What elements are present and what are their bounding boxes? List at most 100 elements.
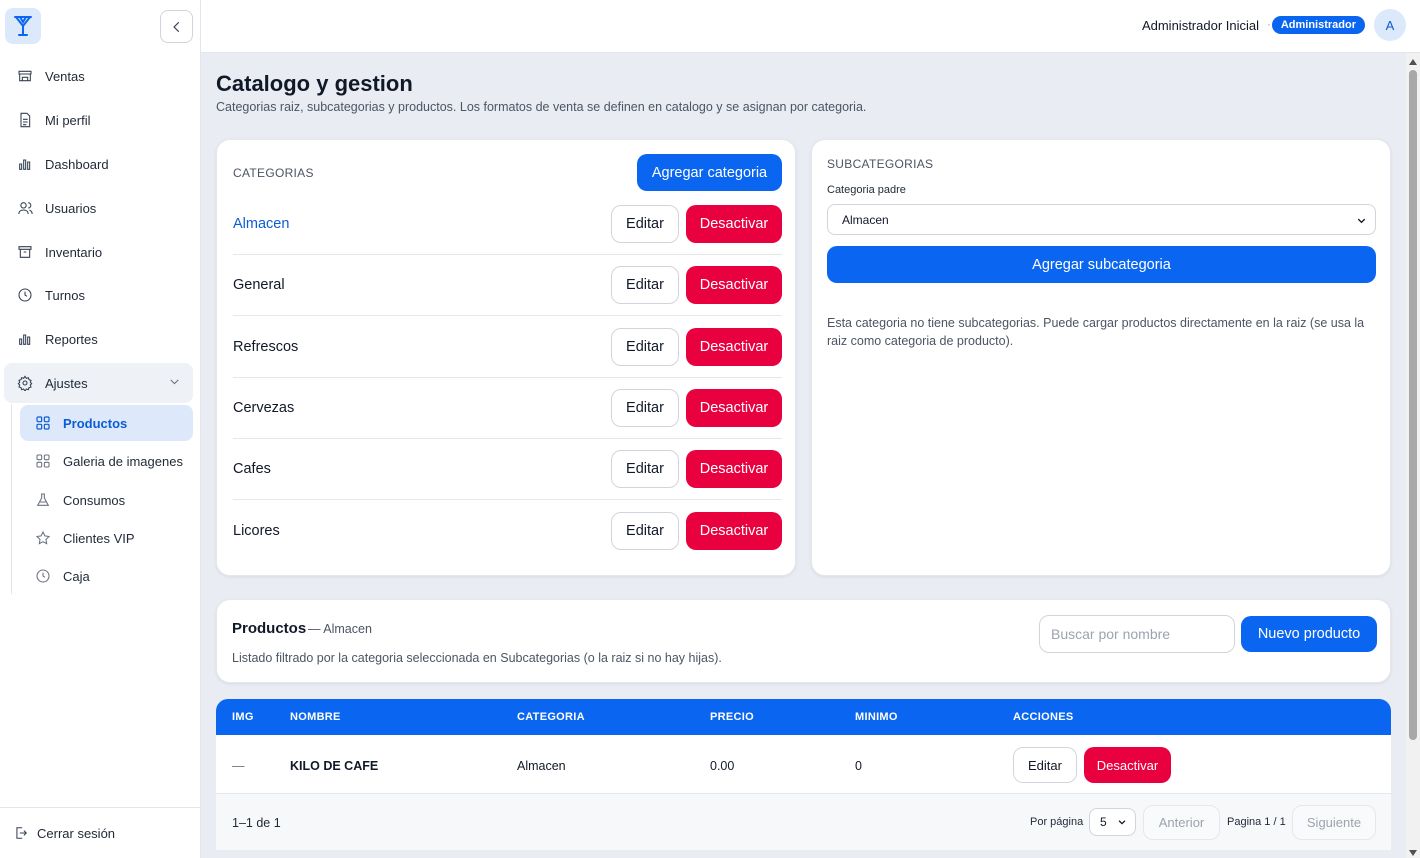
pagination-range: 1–1 de 1 [232,816,281,830]
bar-chart-icon [16,330,34,348]
subcategories-label: SUBCATEGORIAS [827,157,934,171]
edit-category-button[interactable]: Editar [611,266,679,304]
add-subcategory-button[interactable]: Agregar subcategoria [827,246,1376,283]
products-table-header: IMG NOMBRE CATEGORIA PRECIO MINIMO ACCIO… [216,699,1391,735]
next-page-button[interactable]: Siguiente [1292,805,1376,840]
previous-page-button[interactable]: Anterior [1143,805,1220,840]
products-header-card: Productos — Almacen Listado filtrado por… [216,599,1391,683]
pagination-bar: 1–1 de 1 Por página 5 Anterior Pagina 1 … [216,794,1391,850]
products-description: Listado filtrado por la categoria selecc… [232,651,722,665]
subcategories-card: SUBCATEGORIAS Categoria padre Almacen Ag… [811,139,1391,576]
product-search-input[interactable]: Buscar por nombre [1039,615,1235,653]
deactivate-category-button[interactable]: Desactivar [686,450,782,488]
star-icon [34,529,52,547]
sidebar-subitem-galeria[interactable]: Galeria de imagenes [20,443,193,479]
sidebar-subitem-label: Galeria de imagenes [63,453,183,469]
sidebar-subitem-caja[interactable]: Caja [20,558,193,594]
table-row[interactable]: — KILO DE CAFE Almacen 0.00 0 Editar Des… [216,735,1391,794]
sidebar-item-dashboard[interactable]: Dashboard [4,144,193,184]
column-header: ACCIONES [1013,711,1074,723]
page-info: Pagina 1 / 1 [1227,816,1286,828]
column-header[interactable]: MINIMO [855,711,898,723]
collapse-sidebar-button[interactable] [160,10,193,43]
category-name[interactable]: Licores [233,523,280,539]
sidebar-subitem-clientes-vip[interactable]: Clientes VIP [20,520,193,556]
sidebar-item-turnos[interactable]: Turnos [4,275,193,315]
category-name[interactable]: General [233,277,285,293]
grid-icon [34,414,52,432]
category-row[interactable]: Cafes Editar Desactivar [233,439,782,500]
category-row[interactable]: Almacen Editar Desactivar [233,194,782,255]
column-header[interactable]: NOMBRE [290,711,341,723]
deactivate-category-button[interactable]: Desactivar [686,512,782,550]
edit-category-button[interactable]: Editar [611,450,679,488]
edit-product-button[interactable]: Editar [1013,747,1077,783]
edit-category-button[interactable]: Editar [611,512,679,550]
user-name: Administrador Inicial [1141,18,1259,33]
new-product-button[interactable]: Nuevo producto [1241,616,1377,652]
avatar[interactable]: A [1374,9,1406,41]
sidebar-item-ajustes[interactable]: Ajustes [4,363,193,403]
sidebar-item-inventario[interactable]: Inventario [4,232,193,272]
chevron-down-icon [170,379,179,385]
deactivate-category-button[interactable]: Desactivar [686,266,782,304]
logout-button[interactable]: Cerrar sesión [0,807,200,858]
add-category-button[interactable]: Agregar categoria [637,154,782,191]
submenu-divider [11,404,12,594]
category-name[interactable]: Refrescos [233,339,298,355]
page-title: Catalogo y gestion [216,71,413,96]
category-row[interactable]: General Editar Desactivar [233,255,782,316]
sidebar-item-label: Turnos [45,287,85,303]
logout-label: Cerrar sesión [37,825,116,841]
store-icon [16,67,34,85]
categories-label: CATEGORIAS [233,166,314,180]
category-name[interactable]: Almacen [233,216,289,232]
chevron-left-icon [172,21,179,32]
grid-icon [34,452,52,470]
clock-icon [34,567,52,585]
cocktail-icon [14,16,32,36]
deactivate-product-button[interactable]: Desactivar [1084,747,1171,783]
category-name[interactable]: Cervezas [233,400,294,416]
sidebar-subitem-consumos[interactable]: Consumos [20,482,193,518]
chevron-down-icon [1118,820,1126,825]
edit-category-button[interactable]: Editar [611,389,679,427]
logout-icon [14,825,28,841]
sidebar-subitem-label: Clientes VIP [63,530,135,546]
sidebar-subitem-productos[interactable]: Productos [20,405,193,441]
sidebar-item-mi-perfil[interactable]: Mi perfil [4,100,193,140]
app-logo[interactable] [5,8,41,44]
parent-category-select[interactable]: Almacen [827,204,1376,235]
deactivate-category-button[interactable]: Desactivar [686,205,782,243]
product-minimum: 0 [855,759,862,773]
deactivate-category-button[interactable]: Desactivar [686,328,782,366]
category-row[interactable]: Cervezas Editar Desactivar [233,378,782,439]
per-page-select[interactable]: 5 [1089,808,1136,836]
deactivate-category-button[interactable]: Desactivar [686,389,782,427]
search-placeholder: Buscar por nombre [1051,626,1171,642]
category-row[interactable]: Licores Editar Desactivar [233,501,782,562]
column-header[interactable]: CATEGORIA [517,711,585,723]
product-image: — [232,759,245,773]
empty-subcategories-message: Esta categoria no tiene subcategorias. P… [827,316,1365,348]
column-header: IMG [232,711,254,723]
bar-chart-icon [16,155,34,173]
sidebar-item-label: Dashboard [45,156,109,172]
sidebar-item-label: Ajustes [45,375,88,391]
sidebar-item-usuarios[interactable]: Usuarios [4,188,193,228]
column-header[interactable]: PRECIO [710,711,754,723]
separator: · [1267,17,1271,31]
category-name[interactable]: Cafes [233,461,271,477]
edit-category-button[interactable]: Editar [611,205,679,243]
document-icon [16,111,34,129]
edit-category-button[interactable]: Editar [611,328,679,366]
scrollbar-thumb[interactable] [1409,70,1417,740]
per-page-value: 5 [1100,815,1107,829]
gear-icon [16,374,34,392]
sidebar-item-ventas[interactable]: Ventas [4,56,193,96]
category-row[interactable]: Refrescos Editar Desactivar [233,317,782,378]
sidebar-item-reportes[interactable]: Reportes [4,319,193,359]
sidebar-subitem-label: Consumos [63,492,126,508]
sidebar-subitem-label: Productos [63,415,128,431]
role-badge: Administrador [1271,16,1365,34]
